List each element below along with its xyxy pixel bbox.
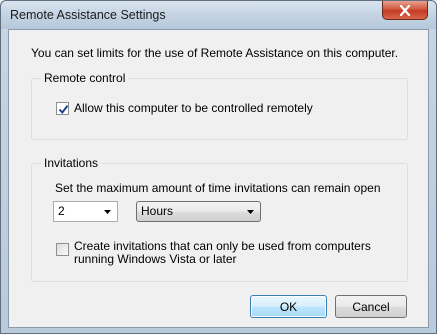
window-title: Remote Assistance Settings [10, 8, 166, 22]
close-button[interactable] [382, 1, 428, 20]
title-bar[interactable]: Remote Assistance Settings [1, 1, 436, 29]
close-icon [399, 4, 411, 16]
dialog-window: Remote Assistance Settings You can set l… [0, 0, 437, 334]
invitation-unit-dropdown[interactable]: Hours [136, 201, 261, 222]
ok-button[interactable]: OK [250, 295, 327, 318]
invitation-unit-value: Hours [141, 204, 174, 218]
invitations-group-label: Invitations [41, 156, 102, 170]
allow-remote-control-checkbox[interactable] [56, 102, 69, 115]
intro-text: You can set limits for the use of Remote… [31, 46, 399, 60]
remote-control-group: Remote control Allow this computer to be… [31, 71, 408, 140]
remote-control-group-label: Remote control [41, 71, 129, 85]
chevron-down-icon [104, 210, 111, 214]
invitation-amount-dropdown[interactable]: 2 [53, 201, 118, 222]
checkmark-icon [58, 105, 69, 115]
cancel-button[interactable]: Cancel [335, 295, 407, 318]
invitations-group: Invitations Set the maximum amount of ti… [31, 156, 408, 282]
invitation-amount-value: 2 [58, 204, 65, 218]
invitation-time-description: Set the maximum amount of time invitatio… [55, 181, 381, 195]
vista-only-invitations-checkbox[interactable] [56, 243, 69, 256]
dialog-content: You can set limits for the use of Remote… [8, 29, 429, 328]
vista-only-invitations-label[interactable]: Create invitations that can only be used… [74, 240, 394, 266]
chevron-down-icon [247, 210, 254, 214]
allow-remote-control-label[interactable]: Allow this computer to be controlled rem… [74, 101, 313, 115]
